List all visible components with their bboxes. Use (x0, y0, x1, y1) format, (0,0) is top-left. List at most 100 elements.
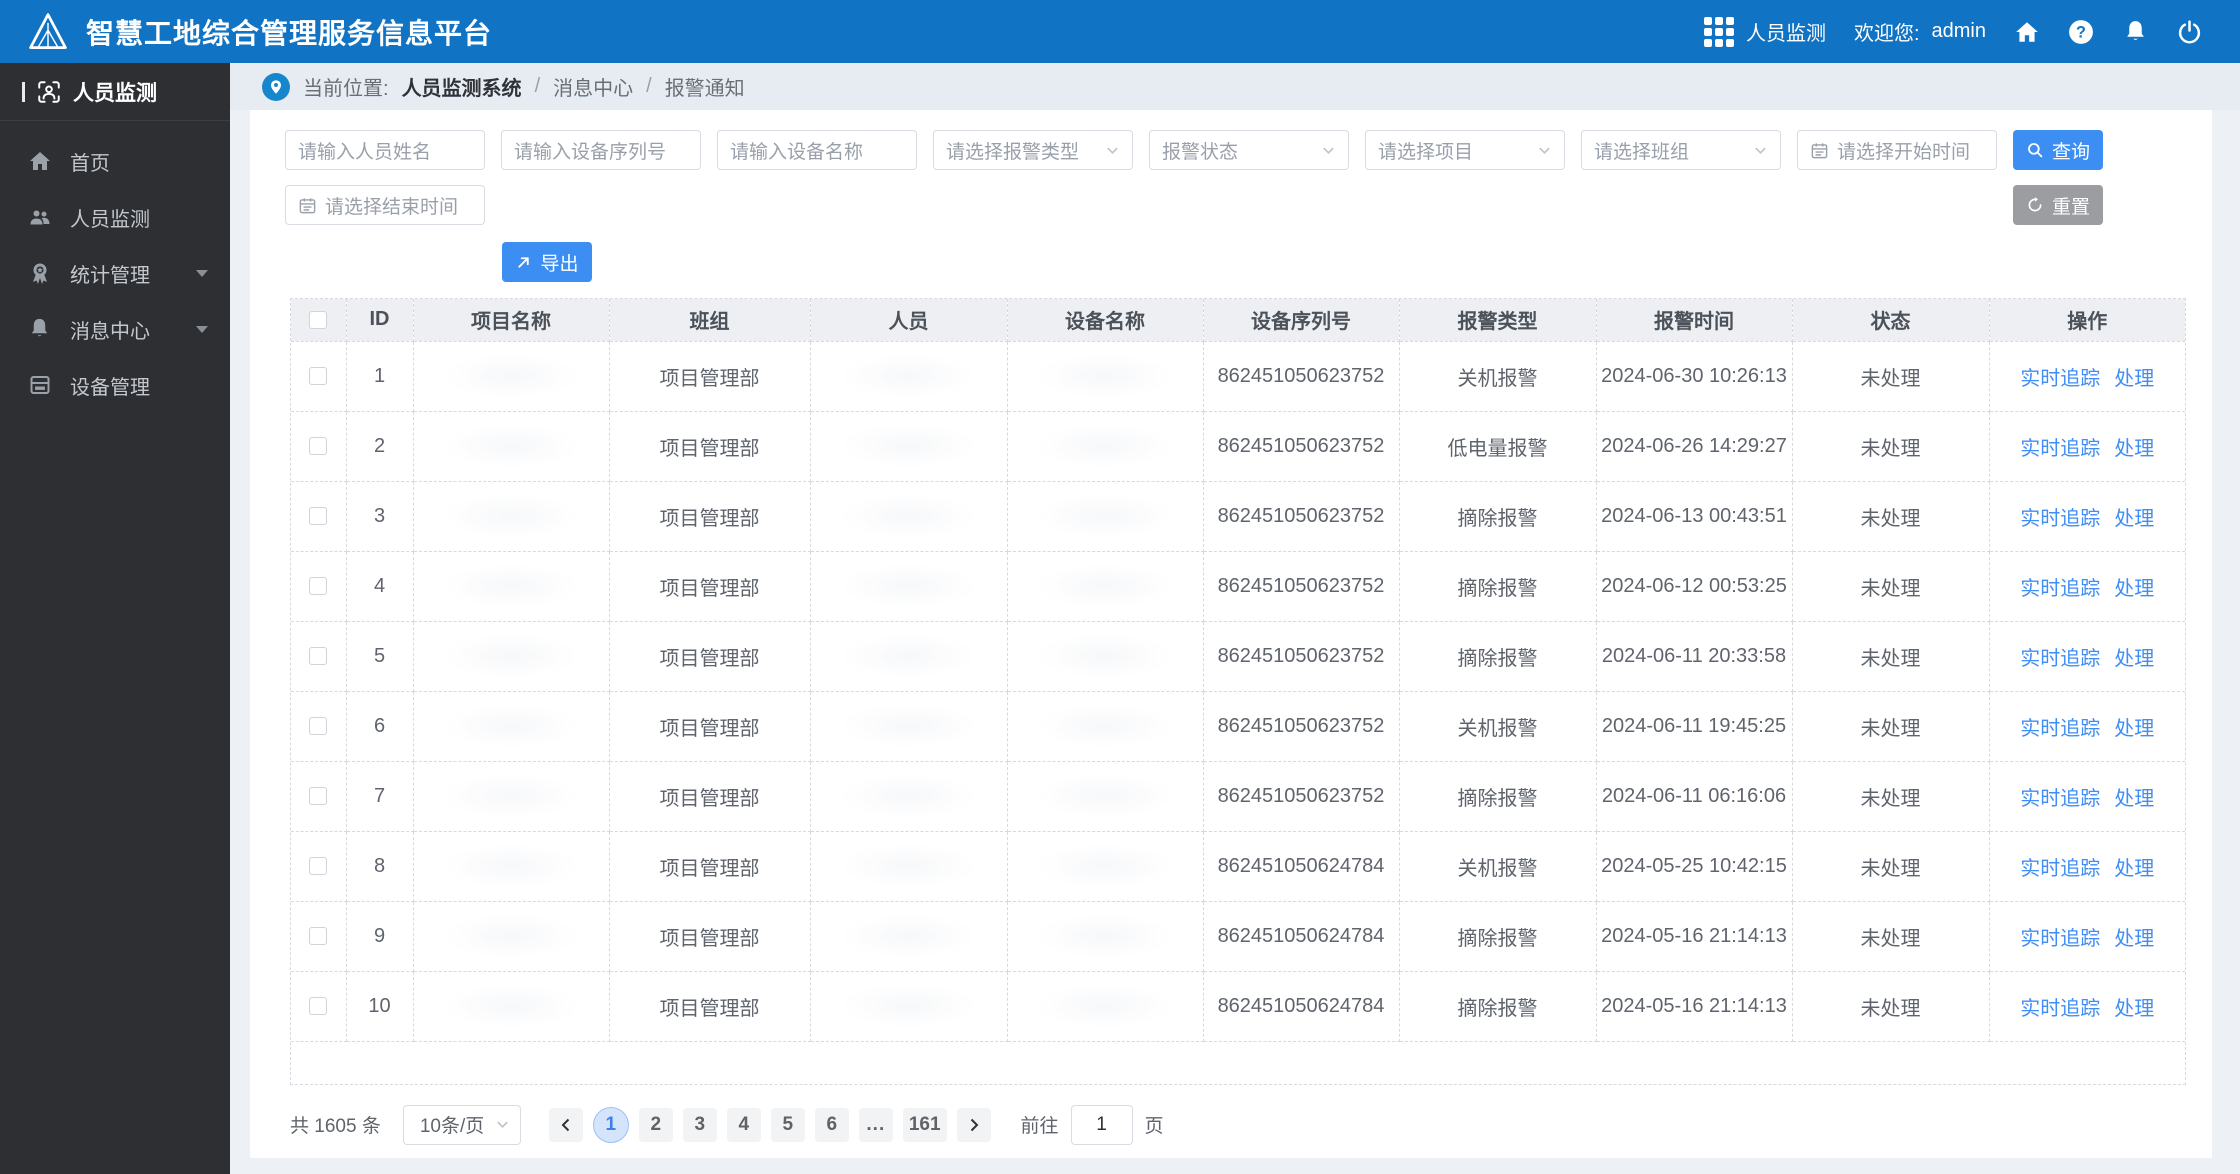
pager-ellipsis[interactable]: ... (858, 1107, 893, 1142)
cell-alarm-time: 2024-05-16 21:14:13 (1596, 971, 1793, 1042)
cell-status: 未处理 (1792, 621, 1990, 692)
row-checkbox[interactable] (309, 577, 328, 596)
notification-bell-icon[interactable] (2122, 19, 2148, 45)
person-name-input[interactable]: 请输入人员姓名 (285, 130, 485, 170)
row-checkbox[interactable] (309, 437, 328, 456)
pager-page-161[interactable]: 161 (902, 1107, 947, 1142)
pager-page-6[interactable]: 6 (814, 1107, 849, 1142)
chevron-down-icon (1753, 143, 1768, 158)
row-checkbox (291, 341, 347, 412)
sidebar-item-message-center[interactable]: 消息中心 (0, 301, 230, 357)
pager-pages: 1 2 3 4 5 6... 161 (592, 1106, 947, 1143)
handle-link[interactable]: 处理 (2114, 432, 2154, 461)
device-serial-input[interactable]: 请输入设备序列号 (501, 130, 701, 170)
row-checkbox[interactable] (309, 857, 328, 876)
row-checkbox (291, 971, 347, 1042)
help-icon[interactable]: ? (2068, 19, 2094, 45)
alarm-status-select[interactable]: 报警状态 (1149, 130, 1349, 170)
project-select[interactable]: 请选择项目 (1365, 130, 1565, 170)
end-time-picker[interactable]: 请选择结束时间 (285, 185, 485, 225)
table-row: 6 项目管理部 862451050623752 关机报警 2024-06-11 19:4… (291, 691, 2185, 762)
device-name-input[interactable]: 请输入设备名称 (717, 130, 917, 170)
handle-link[interactable]: 处理 (2114, 782, 2154, 811)
cell-alarm-type: 关机报警 (1399, 691, 1597, 762)
breadcrumb-alarm-notice[interactable]: 报警通知 (665, 72, 745, 101)
pager-page-5[interactable]: 5 (770, 1107, 805, 1142)
export-button-label: 导出 (540, 253, 579, 275)
realtime-track-link[interactable]: 实时追踪 (2020, 572, 2100, 601)
pager-page-4[interactable]: 4 (726, 1107, 761, 1142)
sidebar-item-statistics[interactable]: 统计管理 (0, 245, 230, 301)
realtime-track-link[interactable]: 实时追踪 (2020, 362, 2100, 391)
realtime-track-link[interactable]: 实时追踪 (2020, 642, 2100, 671)
pager-page-3[interactable]: 3 (682, 1107, 717, 1142)
sidebar-item-label: 消息中心 (70, 320, 150, 343)
realtime-track-link[interactable]: 实时追踪 (2020, 922, 2100, 951)
home-icon[interactable] (2014, 19, 2040, 45)
users-icon (28, 205, 52, 229)
realtime-track-link[interactable]: 实时追踪 (2020, 432, 2100, 461)
pager-page-1[interactable]: 1 (592, 1106, 629, 1143)
reset-button[interactable]: 重置 (2013, 185, 2103, 225)
handle-link[interactable]: 处理 (2114, 502, 2154, 531)
handle-link[interactable]: 处理 (2114, 852, 2154, 881)
cell-person-redacted (810, 971, 1008, 1042)
alarm-type-select[interactable]: 请选择报警类型 (933, 130, 1133, 170)
breadcrumb-message-center[interactable]: 消息中心 (553, 72, 633, 101)
search-icon (2026, 141, 2044, 159)
handle-link[interactable]: 处理 (2114, 642, 2154, 671)
row-checkbox[interactable] (309, 787, 328, 806)
pager-page-2[interactable]: 2 (638, 1107, 673, 1142)
row-checkbox[interactable] (309, 647, 328, 666)
handle-link[interactable]: 处理 (2114, 712, 2154, 741)
col-header-team: 班组 (609, 299, 811, 342)
logo-icon (26, 10, 70, 54)
cell-team: 项目管理部 (609, 551, 811, 622)
search-button[interactable]: 查询 (2013, 130, 2103, 170)
cell-id: 9 (346, 901, 414, 972)
sidebar-item-personnel-monitor[interactable]: 人员监测 (0, 189, 230, 245)
sidebar-item-home[interactable]: 首页 (0, 133, 230, 189)
team-select[interactable]: 请选择班组 (1581, 130, 1781, 170)
select-all-checkbox[interactable] (309, 310, 328, 329)
start-time-picker[interactable]: 请选择开始时间 (1797, 130, 1997, 170)
goto-page-input[interactable] (1070, 1104, 1133, 1145)
row-checkbox[interactable] (309, 507, 328, 526)
realtime-track-link[interactable]: 实时追踪 (2020, 502, 2100, 531)
page-size-select[interactable]: 10条/页 (402, 1104, 521, 1145)
module-switcher[interactable]: 人员监测 (1703, 16, 1826, 47)
row-checkbox[interactable] (309, 927, 328, 946)
realtime-track-link[interactable]: 实时追踪 (2020, 782, 2100, 811)
realtime-track-link[interactable]: 实时追踪 (2020, 852, 2100, 881)
handle-link[interactable]: 处理 (2114, 992, 2154, 1021)
table-row: 9 项目管理部 862451050624784 摘除报警 2024-05-16 21:1… (291, 901, 2185, 972)
realtime-track-link[interactable]: 实时追踪 (2020, 992, 2100, 1021)
sidebar-item-device-management[interactable]: 设备管理 (0, 357, 230, 413)
face-badge-icon (36, 79, 62, 105)
cell-alarm-type: 摘除报警 (1399, 551, 1597, 622)
cell-device-name-redacted (1007, 831, 1204, 902)
cell-project-redacted (413, 761, 610, 832)
cell-status: 未处理 (1792, 341, 1990, 412)
row-checkbox[interactable] (309, 717, 328, 736)
row-checkbox[interactable] (309, 997, 328, 1016)
realtime-track-link[interactable]: 实时追踪 (2020, 712, 2100, 741)
row-checkbox (291, 621, 347, 692)
redacted-content (828, 770, 989, 822)
apps-grid-icon (1703, 16, 1734, 47)
next-page-button[interactable] (956, 1107, 991, 1142)
calendar-icon (1810, 141, 1829, 160)
handle-link[interactable]: 处理 (2114, 922, 2154, 951)
row-checkbox[interactable] (309, 367, 328, 386)
prev-page-button[interactable] (548, 1107, 583, 1142)
power-icon[interactable] (2176, 19, 2202, 45)
handle-link[interactable]: 处理 (2114, 362, 2154, 391)
placeholder-text: 请选择班组 (1594, 141, 1690, 163)
export-button[interactable]: 导出 (502, 242, 592, 282)
handle-link[interactable]: 处理 (2114, 572, 2154, 601)
top-bar: 智慧工地综合管理服务信息平台 人员监测 欢迎您: admin ? (0, 0, 2240, 63)
sidebar-title-bar (22, 81, 25, 102)
cell-person-redacted (810, 341, 1008, 412)
breadcrumb-system[interactable]: 人员监测系统 (402, 72, 522, 101)
svg-text:?: ? (2076, 23, 2086, 41)
